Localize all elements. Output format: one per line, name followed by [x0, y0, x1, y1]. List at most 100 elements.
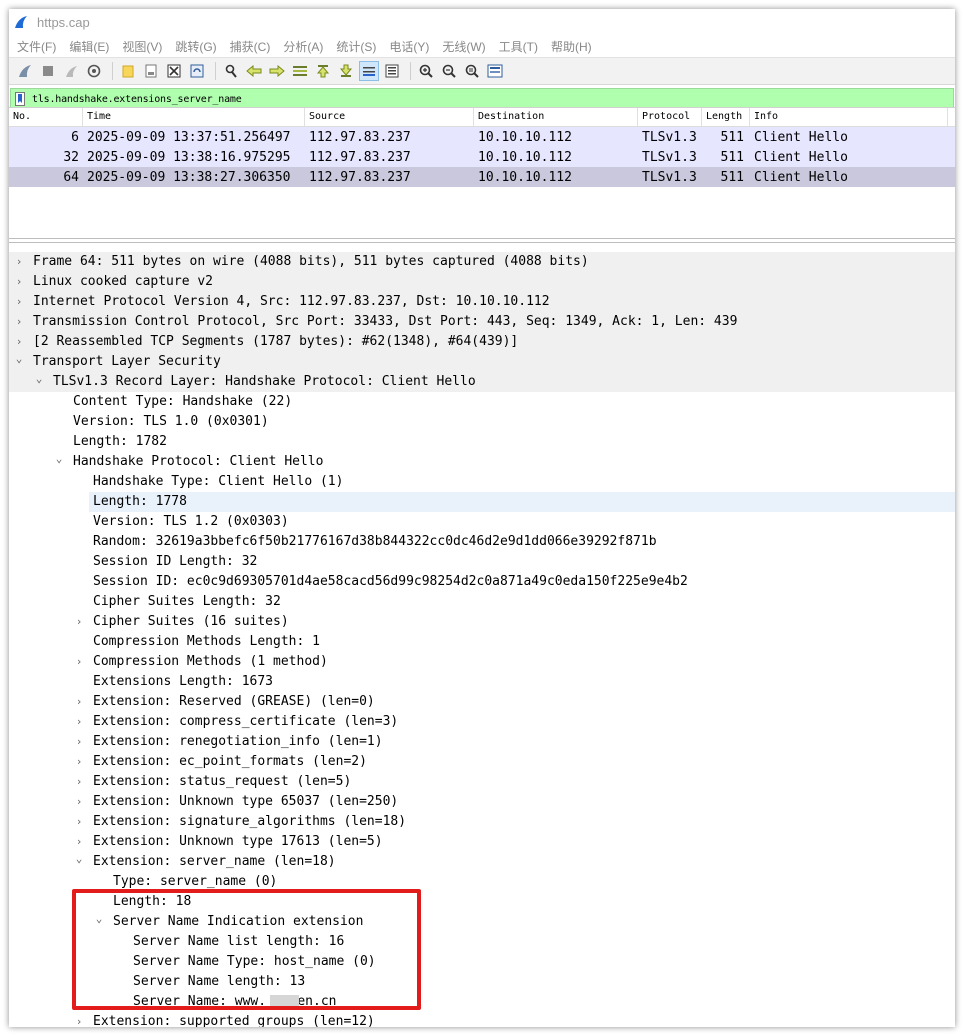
detail-row[interactable]: › Extension: Unknown type 17613 (len=5)	[9, 832, 955, 852]
chevron-right-icon[interactable]: ›	[13, 332, 25, 352]
detail-row[interactable]: Cipher Suites Length: 32	[9, 592, 955, 612]
stop-icon[interactable]	[38, 61, 58, 81]
detail-row[interactable]: › Cipher Suites (16 suites)	[9, 612, 955, 632]
detail-row[interactable]: Content Type: Handshake (22)	[9, 392, 955, 412]
detail-row[interactable]: Extensions Length: 1673	[9, 672, 955, 692]
options-gear-icon[interactable]	[84, 61, 104, 81]
detail-row[interactable]: › Extension: compress_certificate (len=3)	[9, 712, 955, 732]
detail-row[interactable]: › Extension: Reserved (GREASE) (len=0)	[9, 692, 955, 712]
detail-row[interactable]: › Transmission Control Protocol, Src Port…	[9, 312, 955, 332]
packet-row[interactable]: 64 2025-09-09 13:38:27.306350 112.97.83.23…	[9, 167, 955, 187]
bookmark-icon[interactable]	[15, 92, 25, 106]
chevron-down-icon[interactable]: ⌄	[13, 352, 25, 372]
autoscroll-icon[interactable]	[359, 61, 379, 81]
column-header[interactable]: Source	[305, 108, 474, 126]
chevron-right-icon[interactable]: ›	[13, 272, 25, 292]
detail-row[interactable]: Server Name: www. en.cn	[9, 992, 955, 1012]
detail-row[interactable]: ⌄ Handshake Protocol: Client Hello	[9, 452, 955, 472]
detail-row[interactable]: Compression Methods Length: 1	[9, 632, 955, 652]
chevron-right-icon[interactable]: ›	[73, 832, 85, 852]
detail-row[interactable]: › [2 Reassembled TCP Segments (1787 bytes…	[9, 332, 955, 352]
zoom-in-icon[interactable]	[416, 61, 436, 81]
chevron-right-icon[interactable]: ›	[13, 292, 25, 312]
go-to-packet-icon[interactable]	[290, 61, 310, 81]
display-filter-input[interactable]: tls.handshake.extensions_server_name	[32, 94, 242, 105]
packet-list-pane[interactable]: No. Time Source Destination Protocol Length In…	[9, 107, 955, 239]
chevron-down-icon[interactable]: ⌄	[53, 452, 65, 472]
detail-row[interactable]: › Extension: status_request (len=5)	[9, 772, 955, 792]
chevron-right-icon[interactable]: ›	[73, 772, 85, 792]
menu-item[interactable]: 跳转(G)	[175, 38, 216, 55]
back-arrow-icon[interactable]	[244, 61, 264, 81]
menu-item[interactable]: 视图(V)	[122, 38, 162, 55]
detail-row[interactable]: › Extension: renegotiation_info (len=1)	[9, 732, 955, 752]
packet-details-pane[interactable]: › Frame 64: 511 bytes on wire (4088 bits)…	[9, 242, 955, 1027]
detail-row[interactable]: Version: TLS 1.0 (0x0301)	[9, 412, 955, 432]
chevron-right-icon[interactable]: ›	[73, 752, 85, 772]
detail-row[interactable]: Length: 1778	[89, 492, 955, 512]
detail-row[interactable]: ⌄ TLSv1.3 Record Layer: Handshake Protoco…	[9, 372, 955, 392]
detail-row[interactable]: Version: TLS 1.2 (0x0303)	[9, 512, 955, 532]
detail-row[interactable]: Type: server_name (0)	[9, 872, 955, 892]
packet-row[interactable]: 6 2025-09-09 13:37:51.256497 112.97.83.237…	[9, 127, 955, 147]
chevron-right-icon[interactable]: ›	[73, 732, 85, 752]
menu-item[interactable]: 帮助(H)	[551, 38, 592, 55]
detail-row[interactable]: Length: 1782	[9, 432, 955, 452]
column-header[interactable]: Protocol	[638, 108, 702, 126]
detail-row[interactable]: ⌄ Extension: server_name (len=18)	[9, 852, 955, 872]
detail-row[interactable]: › Extension: Unknown type 65037 (len=250)	[9, 792, 955, 812]
detail-row[interactable]: ⌄ Server Name Indication extension	[9, 912, 955, 932]
menu-item[interactable]: 工具(T)	[499, 38, 538, 55]
forward-arrow-icon[interactable]	[267, 61, 287, 81]
detail-row[interactable]: Server Name Type: host_name (0)	[9, 952, 955, 972]
chevron-right-icon[interactable]: ›	[73, 792, 85, 812]
detail-row[interactable]: Session ID Length: 32	[9, 552, 955, 572]
reload-icon[interactable]	[187, 61, 207, 81]
menu-item[interactable]: 无线(W)	[442, 38, 485, 55]
column-header[interactable]: Destination	[474, 108, 638, 126]
menu-item[interactable]: 统计(S)	[336, 38, 376, 55]
menu-item[interactable]: 文件(F)	[17, 38, 56, 55]
resize-columns-icon[interactable]	[485, 61, 505, 81]
detail-row[interactable]: Handshake Type: Client Hello (1)	[9, 472, 955, 492]
chevron-right-icon[interactable]: ›	[13, 252, 25, 272]
chevron-right-icon[interactable]: ›	[73, 612, 85, 632]
menu-item[interactable]: 电话(Y)	[389, 38, 429, 55]
column-header[interactable]: Time	[83, 108, 305, 126]
column-header[interactable]: Length	[702, 108, 750, 126]
chevron-down-icon[interactable]: ⌄	[93, 912, 105, 932]
detail-row[interactable]: › Compression Methods (1 method)	[9, 652, 955, 672]
detail-row[interactable]: Server Name list length: 16	[9, 932, 955, 952]
detail-row[interactable]: Session ID: ec0c9d69305701d4ae58cacd56d9…	[9, 572, 955, 592]
first-packet-icon[interactable]	[313, 61, 333, 81]
detail-row[interactable]: Random: 32619a3bbefc6f50b21776167d38b844…	[9, 532, 955, 552]
detail-row[interactable]: › Extension: ec_point_formats (len=2)	[9, 752, 955, 772]
menu-item[interactable]: 捕获(C)	[230, 38, 271, 55]
chevron-right-icon[interactable]: ›	[73, 712, 85, 732]
detail-row[interactable]: Server Name length: 13	[9, 972, 955, 992]
chevron-right-icon[interactable]: ›	[13, 312, 25, 332]
menu-item[interactable]: 编辑(E)	[69, 38, 109, 55]
colorize-icon[interactable]	[382, 61, 402, 81]
detail-row[interactable]: › Extension: signature_algorithms (len=18…	[9, 812, 955, 832]
menu-item[interactable]: 分析(A)	[283, 38, 323, 55]
open-file-icon[interactable]	[141, 61, 161, 81]
shark-fin-start-icon[interactable]	[15, 61, 35, 81]
detail-row[interactable]: › Frame 64: 511 bytes on wire (4088 bits)…	[9, 252, 955, 272]
restart-icon[interactable]	[61, 61, 81, 81]
chevron-right-icon[interactable]: ›	[73, 652, 85, 672]
chevron-right-icon[interactable]: ›	[73, 812, 85, 832]
column-header[interactable]: Info	[750, 108, 948, 126]
chevron-down-icon[interactable]: ⌄	[33, 372, 45, 392]
zoom-out-icon[interactable]	[439, 61, 459, 81]
detail-row[interactable]: Length: 18	[9, 892, 955, 912]
chevron-down-icon[interactable]: ⌄	[73, 852, 85, 872]
detail-row[interactable]: › Internet Protocol Version 4, Src: 112.9…	[9, 292, 955, 312]
column-header[interactable]: No.	[9, 108, 83, 126]
normal-size-icon[interactable]	[462, 61, 482, 81]
chevron-right-icon[interactable]: ›	[73, 692, 85, 712]
find-icon[interactable]	[221, 61, 241, 81]
chevron-right-icon[interactable]: ›	[73, 1012, 85, 1027]
detail-row[interactable]: › Linux cooked capture v2	[9, 272, 955, 292]
detail-row[interactable]: › Extension: supported_groups (len=12)	[9, 1012, 955, 1027]
